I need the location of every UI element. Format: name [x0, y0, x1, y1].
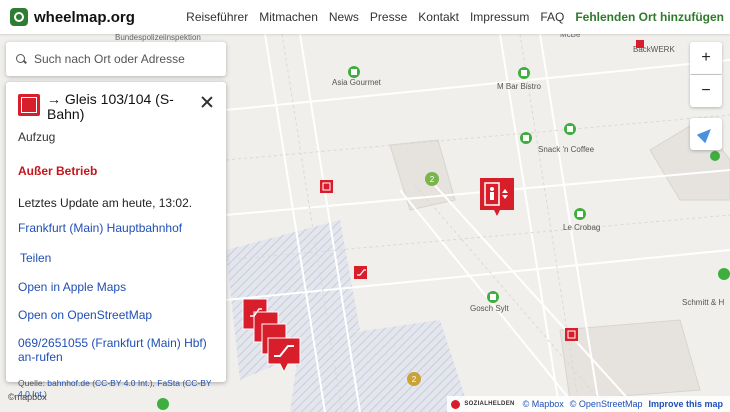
source-bahnhof-link[interactable]: bahnhof.de	[47, 378, 90, 388]
status-badge: Außer Betrieb	[18, 164, 98, 178]
cluster-count: 2	[430, 175, 435, 184]
elevator-marker-small[interactable]	[320, 180, 333, 193]
place-details-panel: → Gleis 103/104 (S-Bahn) Aufzug Außer Be…	[6, 82, 226, 399]
poi-backwerk-marker[interactable]	[636, 40, 644, 48]
call-phone-link[interactable]: 069/2651055 (Frankfurt (Main) Hbf) an-ru…	[18, 336, 214, 364]
cluster-count: 2	[412, 375, 417, 384]
nav-add-missing-place[interactable]: Fehlenden Ort hinzufügen	[575, 10, 724, 24]
escalator-marker-small[interactable]	[354, 266, 367, 279]
source-prefix: Quelle:	[18, 378, 48, 388]
search-box[interactable]	[6, 42, 226, 76]
close-icon[interactable]	[200, 95, 214, 109]
nav-faq[interactable]: FAQ	[540, 10, 564, 24]
improve-map-link[interactable]: Improve this map	[648, 399, 723, 409]
station-link[interactable]: Frankfurt (Main) Hauptbahnhof	[18, 221, 214, 235]
location-arrow-icon	[696, 124, 716, 144]
sozialhelden-label: SOZIALHELDEN	[464, 401, 515, 407]
open-osm-link[interactable]: Open on OpenStreetMap	[18, 308, 214, 322]
label-schmitt: Schmitt & H	[682, 298, 724, 307]
sozialhelden-logo-icon	[451, 399, 461, 409]
mapbox-attribution-link[interactable]: © Mapbox	[523, 399, 564, 409]
label-snack: Snack 'n Coffee	[538, 145, 595, 154]
cluster-marker[interactable]: 2	[407, 372, 421, 386]
zoom-out-button[interactable]: −	[690, 75, 722, 107]
osm-attribution-link[interactable]: © OpenStreetMap	[570, 399, 643, 409]
nav-mitmachen[interactable]: Mitmachen	[259, 10, 318, 24]
nav-news[interactable]: News	[329, 10, 359, 24]
label-bundespolizei: Bundespolizeiinspektion	[115, 33, 201, 42]
source-fasta-link[interactable]: FaSta	[157, 378, 180, 388]
zoom-in-button[interactable]: +	[690, 42, 722, 74]
wheelchair-logo-icon	[10, 8, 28, 26]
nav-impressum[interactable]: Impressum	[470, 10, 529, 24]
map-attribution: SOZIALHELDEN © Mapbox © OpenStreetMap Im…	[447, 396, 730, 412]
place-title: → Gleis 103/104 (S-Bahn)	[47, 91, 174, 122]
search-icon	[16, 54, 26, 64]
share-button[interactable]: Teilen	[20, 251, 214, 265]
main-nav: Reiseführer Mitmachen News Presse Kontak…	[175, 10, 724, 24]
source-bahnhof-license[interactable]: CC-BY 4.0 Int.	[95, 378, 150, 388]
poi-schmitt-marker[interactable]	[718, 268, 730, 280]
panel-header: → Gleis 103/104 (S-Bahn)	[18, 92, 214, 122]
cluster-marker[interactable]: 2	[425, 172, 439, 186]
source-info: Quelle: bahnhof.de (CC-BY 4.0 Int.), FaS…	[18, 378, 212, 399]
place-category: Aufzug	[18, 130, 56, 144]
elevator-icon	[18, 94, 40, 116]
brand[interactable]: wheelmap.org	[10, 8, 135, 26]
elevator-marker-small[interactable]	[565, 328, 578, 341]
last-update: Letztes Update am heute, 13:02.	[18, 196, 193, 210]
locate-button[interactable]	[690, 118, 722, 150]
label-gosch: Gosch Sylt	[470, 304, 509, 313]
label-asia-gourmet: Asia Gourmet	[332, 78, 382, 87]
search-input[interactable]	[32, 51, 216, 67]
mapbox-logo[interactable]: ©mapbox	[8, 392, 47, 402]
brand-name: wheelmap.org	[34, 8, 135, 26]
poi-edge-marker[interactable]	[710, 151, 720, 161]
open-apple-maps-link[interactable]: Open in Apple Maps	[18, 280, 214, 294]
label-mbar: M Bar Bistro	[497, 82, 542, 91]
nav-presse[interactable]: Presse	[370, 10, 407, 24]
nav-reisefuehrer[interactable]: Reiseführer	[186, 10, 248, 24]
nav-kontakt[interactable]: Kontakt	[418, 10, 459, 24]
label-crobag: Le Crobag	[563, 223, 600, 232]
top-navigation-bar: wheelmap.org Reiseführer Mitmachen News …	[0, 0, 730, 34]
